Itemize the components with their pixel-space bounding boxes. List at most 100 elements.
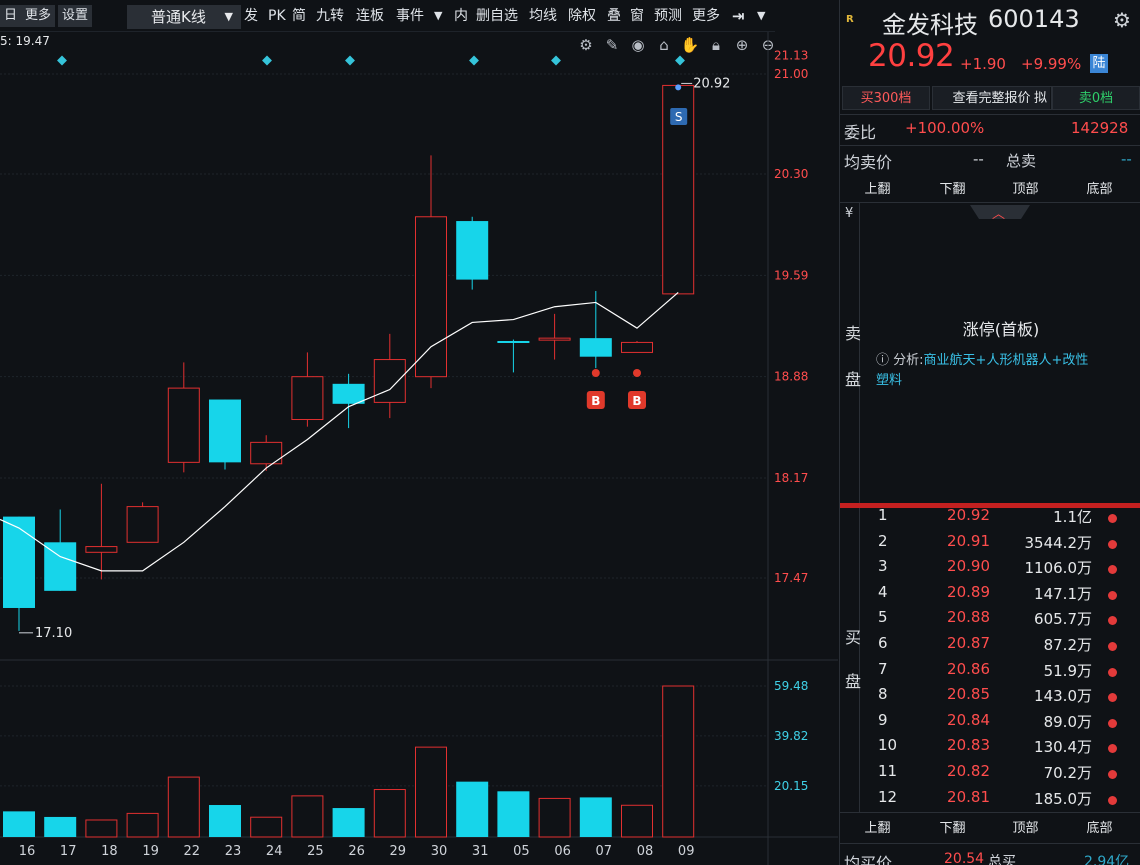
toolbar-end-chevron-icon[interactable]: ▼ [757,5,765,27]
page-down-button[interactable]: 下翻 [915,817,990,841]
avg-buy-value: 20.54 [944,851,985,865]
order-dot-icon [1108,616,1117,626]
toolbar-item-ma[interactable]: 均线 [529,5,557,27]
y-tick-label: 21.13 [774,48,808,62]
divider [840,114,1140,115]
buy-level-price: 20.86 [947,659,990,678]
kline-chart-area[interactable]: 5: 19.47 ⚙ ✎ ◉ ⌂ ✋ 🔒︎ ⊕ ⊖ 21.13 21.00 20.3… [0,32,838,865]
order-dot-icon [1108,718,1117,728]
toolbar-settings-button[interactable]: 设置 [58,5,94,27]
toolbar-item-jian[interactable]: 简 [292,5,306,27]
simulate-button[interactable]: 拟 [1030,86,1052,110]
toolbar-item-window[interactable]: 窗 [630,5,644,27]
buy-signal-label: B [632,394,641,408]
toolbar-item-chuquan[interactable]: 除权 [568,5,596,27]
buy-level-price: 20.87 [947,634,990,652]
buy-signal-label: B [591,394,600,408]
page-down-button[interactable]: 下翻 [915,178,990,202]
page-up-button[interactable]: 上翻 [840,817,915,841]
x-tick-label: 05 [513,844,530,859]
exchange-badge: 陆 [1090,54,1108,73]
buy-level-index: 3 [878,557,888,576]
buy-level-index: 12 [878,787,898,806]
total-buy-value: 2.94亿 [1084,854,1130,865]
x-tick-label: 24 [266,844,283,859]
candle-body-down [44,542,77,591]
page-up-button[interactable]: 上翻 [840,178,915,202]
buy-level-row[interactable]: 12 20.81 185.0万 [840,788,1140,814]
stock-code: 600143 [988,5,1080,33]
chevron-down-icon: ▼ [224,10,233,23]
kline-svg: 21.13 21.00 20.30 19.59 18.88 18.17 17.47 59.48… [0,32,838,865]
buy-level-row[interactable]: 5 20.88 605.7万 [840,608,1140,634]
buy-level-row[interactable]: 7 20.86 51.9万 [840,660,1140,686]
volume-bar-up [167,776,200,838]
price-change: +1.90 [960,55,1006,73]
buy-level-row[interactable]: 9 20.84 89.0万 [840,711,1140,737]
top-button[interactable]: 顶部 [988,817,1063,841]
divider [840,843,1140,844]
buy-level-row[interactable]: 8 20.85 143.0万 [840,685,1140,711]
buy-level-row[interactable]: 6 20.87 87.2万 [840,634,1140,660]
collapse-panel-icon[interactable]: ⇥ [732,5,745,27]
buy-level-index: 7 [878,659,888,678]
x-tick-label: 09 [678,844,695,859]
toolbar-item-lianban[interactable]: 连板 [356,5,384,27]
buy-level-row[interactable]: 3 20.90 1106.0万 [840,557,1140,583]
candle-body-down [332,383,365,404]
toolbar-item-shijian[interactable]: 事件 [396,5,424,27]
toolbar-item-more[interactable]: 更多 [692,5,720,27]
toolbar-chevron-down-icon[interactable]: ▼ [434,5,442,27]
sell-0-button[interactable]: 卖0档 [1052,86,1140,110]
volume-bar-down [456,781,489,837]
toolbar-item-fa[interactable]: 发 [244,5,258,27]
kline-type-select[interactable]: 普通K线 ▼ [127,5,241,29]
avg-buy-row: 均买价 20.54 总买 2.94亿 [840,851,1140,865]
avg-sell-value: -- [973,150,984,168]
toolbar-item-pk[interactable]: PK [268,5,286,27]
toolbar-item-overlay[interactable]: 叠 [607,5,621,27]
buy-level-index: 2 [878,531,888,550]
y-tick-label: 18.88 [774,370,808,384]
order-dot-icon [1108,539,1117,549]
buy-level-volume: 185.0万 [1034,789,1092,808]
quote-button-row: 买300档 查看完整报价 拟 卖0档 [840,85,1140,111]
order-dot-icon [1108,744,1117,754]
gear-icon[interactable]: ⚙ [1113,8,1131,32]
divider [840,812,1140,813]
toolbar-day-button[interactable]: 日 [0,5,23,27]
toolbar-item-nei[interactable]: 内 [454,5,468,27]
y-tick-label: 19.59 [774,268,808,282]
toolbar-item-forecast[interactable]: 预测 [654,5,682,27]
volume-bar-down [3,811,35,837]
buy-level-row[interactable]: 2 20.91 3544.2万 [840,532,1140,558]
volume-bar-up [538,797,571,838]
volume-bar-down [579,797,612,837]
x-tick-label: 31 [472,844,489,859]
buy-level-row[interactable]: 4 20.89 147.1万 [840,583,1140,609]
volume-bar-up [126,812,159,838]
buy-level-row[interactable]: 11 20.82 70.2万 [840,762,1140,788]
toolbar-item-remove-watchlist[interactable]: 删自选 [476,5,518,27]
bottom-button[interactable]: 底部 [1062,178,1137,202]
volume-bar-up [415,746,447,838]
x-tick-label: 29 [390,844,407,859]
yen-icon: ¥ [845,206,854,221]
buy-300-button[interactable]: 买300档 [842,86,930,110]
buy-level-price: 20.89 [947,582,990,601]
toolbar-item-jiuzhuan[interactable]: 九转 [316,5,344,27]
candle-body-down [209,399,241,463]
volume-bar-up [662,685,695,838]
buy-level-price: 20.82 [947,762,990,780]
total-buy-label: 总买 [988,854,1016,865]
last-price: 20.92 [868,38,955,74]
buy-level-row[interactable]: 10 20.83 130.4万 [840,736,1140,762]
buy-level-index: 11 [878,762,898,780]
bottom-button[interactable]: 底部 [1062,817,1137,841]
weibi-value: 142928 [1071,119,1129,137]
low-marker-label: 17.10 [35,626,72,641]
buy-level-volume: 51.9万 [1043,661,1092,680]
buy-level-row[interactable]: 1 20.92 1.1亿 [840,506,1140,532]
toolbar-more-button[interactable]: 更多 [21,5,57,27]
top-button[interactable]: 顶部 [988,178,1063,202]
